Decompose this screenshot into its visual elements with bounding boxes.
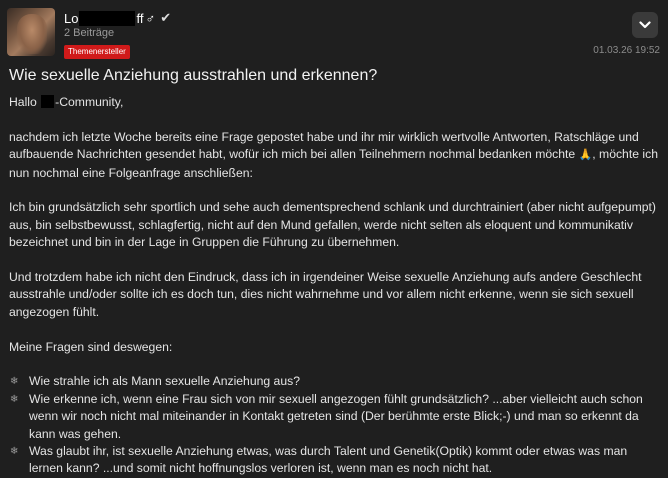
post-body: Hallo -Community, nachdem ich letzte Woc…: [9, 94, 661, 478]
greeting: Hallo -Community,: [9, 94, 661, 111]
question-text: Was glaubt ihr, ist sexuelle Anziehung e…: [29, 444, 628, 476]
snowflake-bullet-icon: ❄: [10, 393, 19, 405]
question-item: ❄ Wie strahle ich als Mann sexuelle Anzi…: [9, 373, 661, 390]
redaction-box: [79, 10, 136, 26]
greeting-suffix: -Community,: [55, 95, 124, 109]
praying-hands-icon: 🙏: [578, 149, 593, 162]
author-name-prefix: Lo: [64, 10, 79, 26]
post-timestamp: 01.03.26 19:52: [593, 45, 660, 56]
paragraph-self-description: Ich bin grundsätzlich sehr sportlich und…: [9, 200, 656, 250]
thread-starter-badge: Themenersteller: [64, 45, 130, 59]
greeting-prefix: Hallo: [9, 95, 41, 109]
paragraph-concern: Und trotzdem habe ich nicht den Eindruck…: [9, 270, 642, 319]
avatar-photo: [17, 14, 47, 54]
question-item: ❄ Was glaubt ihr, ist sexuelle Anziehung…: [9, 443, 661, 478]
questions-heading: Meine Fragen sind deswegen:: [9, 339, 173, 354]
redaction-box: [41, 95, 55, 108]
post-menu-button[interactable]: [632, 12, 658, 38]
snowflake-bullet-icon: ❄: [10, 376, 19, 388]
question-text: Wie erkenne ich, wenn eine Frau sich von…: [29, 391, 643, 441]
paragraph-intro-text: nachdem ich letzte Woche bereits eine Fr…: [9, 129, 639, 162]
author-name-suffix: ff: [136, 10, 144, 26]
gender-male-icon: ♂: [145, 10, 156, 26]
chevron-down-icon: [639, 21, 651, 29]
verified-check-icon: ✔: [160, 10, 172, 25]
author-post-count: 2 Beiträge: [64, 27, 115, 39]
snowflake-bullet-icon: ❄: [10, 446, 19, 458]
thread-title: Wie sexuelle Anziehung ausstrahlen und e…: [9, 67, 378, 84]
question-item: ❄ Wie erkenne ich, wenn eine Frau sich v…: [9, 391, 661, 443]
questions-list: ❄ Wie strahle ich als Mann sexuelle Anzi…: [9, 373, 661, 477]
paragraph-intro: nachdem ich letzte Woche bereits eine Fr…: [9, 129, 661, 182]
author-name[interactable]: Lo ff ♂ ✔: [64, 9, 171, 27]
question-text: Wie strahle ich als Mann sexuelle Anzieh…: [29, 374, 300, 389]
avatar[interactable]: [7, 8, 55, 56]
